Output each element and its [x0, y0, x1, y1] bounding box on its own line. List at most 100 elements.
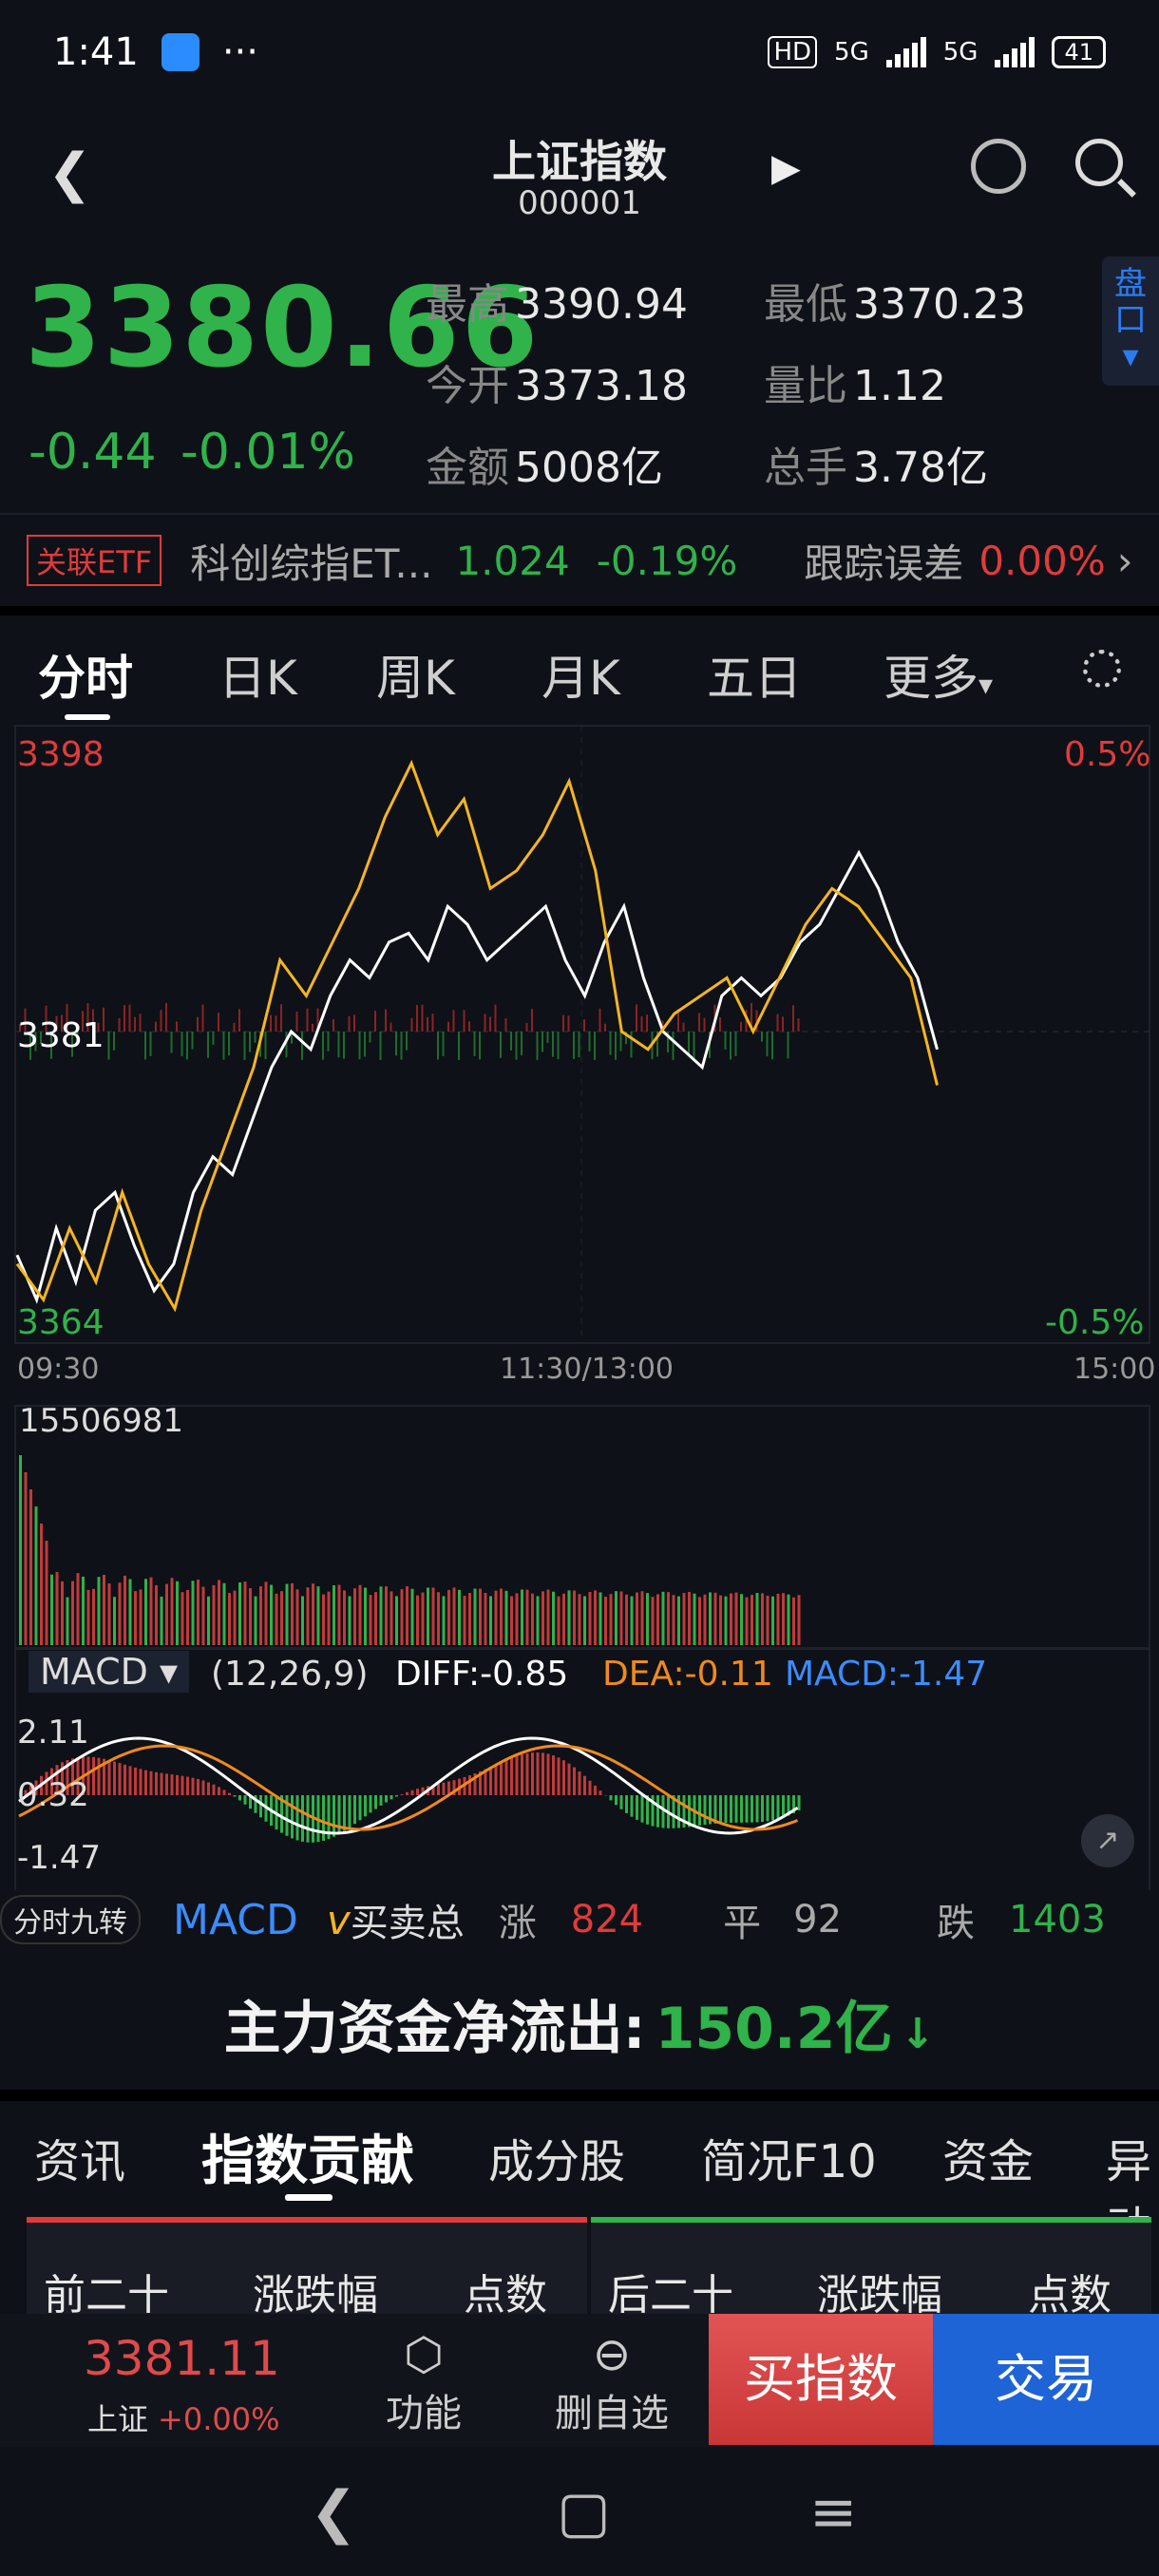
- tab-news[interactable]: 资讯: [34, 2124, 125, 2190]
- bottom-twenty-label: 后二十: [608, 2271, 733, 2320]
- vbs-link[interactable]: 买卖总: [351, 1892, 465, 1947]
- volume-bar: [515, 1593, 519, 1645]
- volume-bar: [594, 1590, 597, 1645]
- volume-bar: [406, 1586, 408, 1645]
- macd-link[interactable]: MACD: [173, 1896, 298, 1944]
- signal-icon-2: [995, 37, 1036, 67]
- tick-bar: [797, 1018, 800, 1032]
- tab-funds[interactable]: 资金: [942, 2124, 1034, 2190]
- avg-price-line: [15, 759, 939, 1313]
- tab-monthly-k[interactable]: 月K: [542, 640, 620, 709]
- macd-bar: [139, 1769, 142, 1795]
- pankou-button[interactable]: 盘口 ▾: [1102, 256, 1159, 386]
- search-icon[interactable]: [1075, 139, 1123, 186]
- volume-bar: [463, 1596, 466, 1645]
- macd-bar: [531, 1752, 534, 1795]
- tick-bar: [646, 1014, 648, 1032]
- tab-index-contribution[interactable]: 指数贡献: [201, 2118, 414, 2195]
- macd-bar: [390, 1795, 393, 1800]
- macd-bar: [521, 1753, 523, 1795]
- macd-bar: [734, 1795, 738, 1823]
- volume-bar: [452, 1587, 456, 1645]
- gear-icon[interactable]: [1083, 650, 1121, 688]
- tick-bar: [437, 1032, 439, 1060]
- intraday-chart[interactable]: 3398 3381 3364 0.5% -0.5% 09:30 11:30/13…: [0, 722, 1159, 1900]
- related-etf-bar[interactable]: 关联ETF 科创综指ET... 1.024 -0.19% 跟踪误差 0.00% …: [0, 513, 1159, 606]
- tick-bar: [191, 1032, 194, 1050]
- tick-bar: [473, 1032, 476, 1057]
- macd-bar: [410, 1790, 414, 1795]
- volume-bar: [228, 1593, 231, 1645]
- macd-bar: [374, 1795, 377, 1809]
- y-axis-top: 3398: [17, 735, 104, 774]
- tab-five-day[interactable]: 五日: [707, 640, 802, 709]
- volume-bar: [259, 1586, 262, 1645]
- volume-bar: [76, 1573, 80, 1645]
- tab-daily-k[interactable]: 日K: [218, 640, 297, 709]
- etf-change: -0.19%: [596, 537, 738, 584]
- tick-bar: [452, 1010, 455, 1032]
- volume-bar: [176, 1581, 179, 1645]
- tab-f10[interactable]: 简况F10: [701, 2124, 877, 2190]
- volume-bar: [504, 1590, 508, 1645]
- tick-bar: [583, 1019, 585, 1032]
- quote-panel: 3380.66 -0.44 -0.01% 最高 3390.94 最低 3370.23…: [0, 237, 1159, 513]
- bottom-sub: 上证 +0.00%: [87, 2401, 280, 2437]
- tick-bar: [416, 1005, 418, 1032]
- volume-bar: [619, 1591, 623, 1645]
- tick-bar: [761, 1032, 763, 1042]
- macd-bar: [348, 1795, 352, 1828]
- tab-intraday[interactable]: 分时: [38, 640, 133, 709]
- nine-turn-pill[interactable]: 分时九转: [0, 1895, 141, 1944]
- macd-bar: [128, 1766, 132, 1795]
- macd-selector[interactable]: MACD ▾: [28, 1651, 190, 1693]
- macd-bar: [588, 1780, 592, 1795]
- remove-watchlist-button[interactable]: ⊖ 删自选: [545, 2327, 678, 2437]
- points-header-2: 点数: [1028, 2271, 1112, 2320]
- expand-icon[interactable]: ↗: [1081, 1814, 1134, 1867]
- macd-bar: [562, 1760, 565, 1795]
- volume-bar: [118, 1582, 122, 1645]
- volume-bar: [437, 1592, 440, 1645]
- nav-back-icon[interactable]: ❮: [310, 2479, 357, 2546]
- volume-bar: [107, 1583, 111, 1645]
- macd-bar: [306, 1795, 310, 1843]
- tab-more[interactable]: 更多▾: [884, 640, 993, 709]
- tab-constituents[interactable]: 成分股: [488, 2124, 625, 2190]
- tick-bar: [636, 1004, 637, 1032]
- etf-price: 1.024: [455, 537, 570, 584]
- main-fund-flow[interactable]: 主力资金净流出: 150.2亿 ↓: [0, 1972, 1159, 2086]
- tab-weekly-k[interactable]: 周K: [376, 640, 455, 709]
- nav-home-icon[interactable]: ▢: [557, 2479, 611, 2546]
- volume-bar: [197, 1579, 200, 1645]
- volume-bar: [630, 1596, 634, 1645]
- macd-bar: [656, 1795, 659, 1828]
- divider: [0, 606, 1159, 616]
- subtab-indicator: [285, 2194, 332, 2201]
- macd-dea: DEA:-0.11: [602, 1655, 773, 1694]
- buy-index-button[interactable]: 买指数: [709, 2314, 933, 2445]
- volume-bar: [337, 1584, 341, 1645]
- volume-bar: [285, 1583, 289, 1645]
- volume-bar: [672, 1595, 675, 1645]
- tick-bar: [724, 1032, 727, 1050]
- function-button[interactable]: ⬡ 功能: [357, 2327, 490, 2437]
- tick-bar: [698, 1013, 700, 1032]
- tick-bar: [619, 1032, 622, 1051]
- refresh-icon[interactable]: [971, 139, 1026, 194]
- tick-bar: [124, 1005, 125, 1032]
- status-time: 1:41: [53, 30, 139, 74]
- next-index-icon[interactable]: ▶: [771, 146, 801, 190]
- tick-bar: [176, 1021, 178, 1032]
- nav-menu-icon[interactable]: ≡: [809, 2479, 857, 2546]
- macd-bar: [730, 1795, 732, 1823]
- info-tabs: 资讯 指数贡献 成分股 简况F10 资金 异动: [0, 2101, 1159, 2255]
- trade-button[interactable]: 交易: [933, 2314, 1159, 2445]
- macd-bar: [222, 1790, 226, 1795]
- volume-bar: [160, 1596, 163, 1645]
- volume-bar: [719, 1595, 722, 1645]
- macd-bar: [797, 1795, 801, 1810]
- macd-bar: [353, 1795, 356, 1825]
- volume-bar: [400, 1589, 404, 1645]
- tick-bar: [165, 1003, 167, 1032]
